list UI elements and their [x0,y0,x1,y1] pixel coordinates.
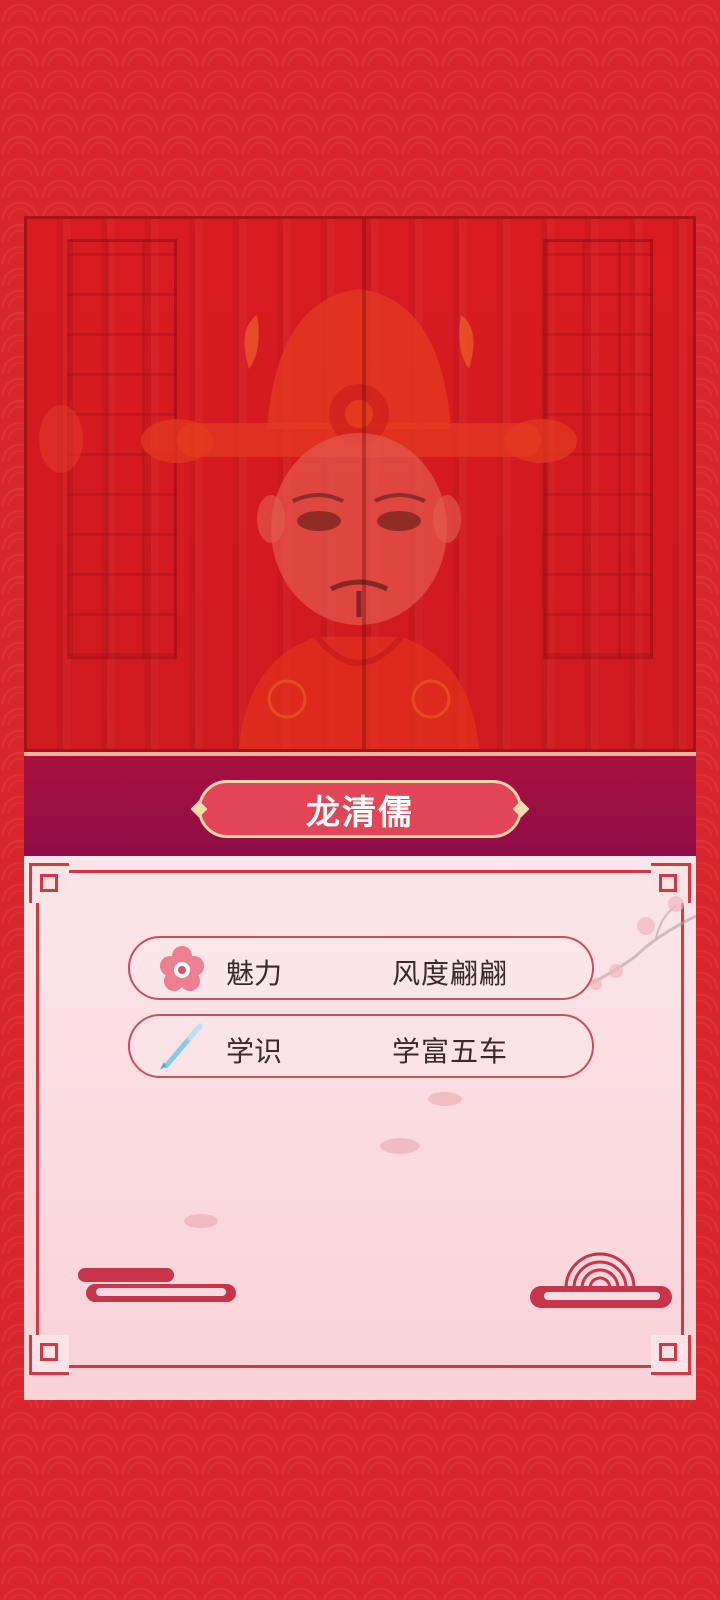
official-figure-illustration [39,289,577,749]
petal-decoration [380,1138,420,1154]
diamond-ornament-left [190,800,208,818]
petal-decoration [428,1092,462,1106]
scroll-decoration-left [78,1268,236,1302]
frame-corner-bottom-right [651,1335,691,1375]
frame-corner-bottom-left [29,1335,69,1375]
stat-row-charm: 魅力 风度翩翩 [128,936,594,1000]
plum-blossom-icon [160,946,204,991]
stat-label: 学识 [226,1035,283,1068]
stat-row-knowledge: 学识 学富五车 [128,1014,594,1078]
curtain-split-line [362,219,366,749]
stat-value: 风度翩翩 [392,957,509,990]
name-plate: 龙清儒 [190,780,530,838]
petal-decoration [184,1214,218,1228]
stat-label: 魅力 [226,957,283,990]
attribute-card: 魅力 风度翩翩 学识 学富五车 [24,856,696,1400]
name-banner: 龙清儒 [24,752,696,856]
scroll-decoration-right [530,1252,672,1308]
writing-brush-icon [160,1023,203,1070]
character-screen: { "character": { "name": "龙清儒" }, "stats… [0,0,720,1600]
diamond-ornament-right [512,800,530,818]
character-portrait [24,216,696,752]
character-name: 龙清儒 [306,792,414,833]
frame-corner-top-left [29,863,69,903]
stat-value: 学富五车 [392,1035,509,1068]
